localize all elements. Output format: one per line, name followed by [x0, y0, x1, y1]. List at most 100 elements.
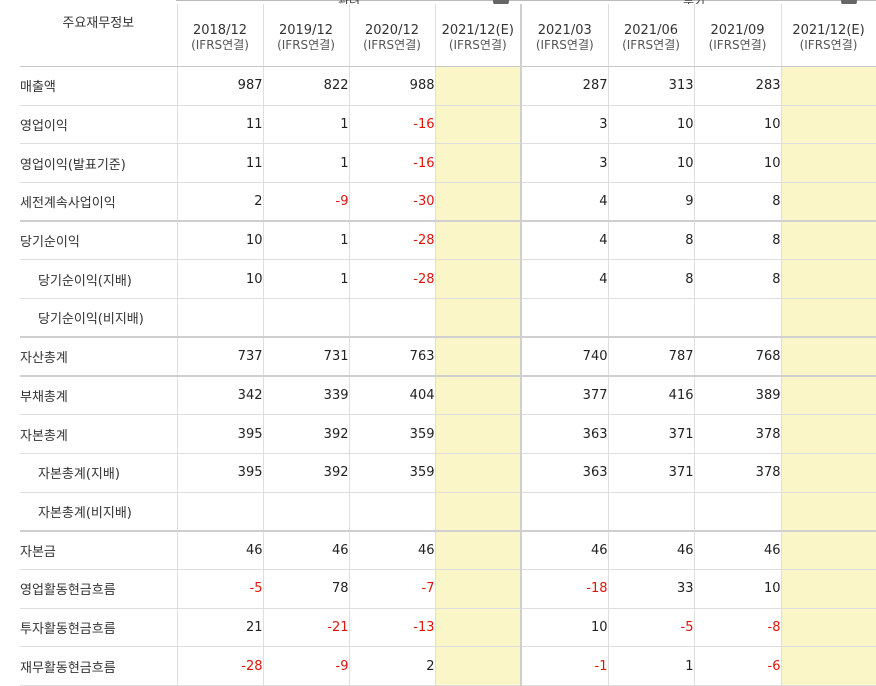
value-cell: 46 [521, 529, 609, 570]
value-cell [435, 259, 522, 300]
row-label: 투자활동현금흐름 [20, 608, 178, 648]
table-row: 자본총계 395 392 359 363 371 378 [20, 414, 876, 454]
value-cell: 377 [521, 375, 609, 416]
value-cell: 11 [177, 143, 264, 184]
value-cell: 768 [694, 336, 782, 377]
value-cell [781, 569, 876, 609]
row-label: 부채총계 [20, 375, 178, 416]
value-cell: -5 [177, 569, 264, 609]
period-basis: (IFRS연결) [277, 38, 335, 52]
value-cell: -7 [349, 569, 436, 609]
value-cell: 46 [349, 529, 436, 570]
value-cell [435, 66, 522, 106]
value-cell: -6 [694, 646, 782, 686]
value-cell: 359 [349, 414, 436, 454]
value-cell: 4 [521, 182, 609, 222]
value-cell [781, 143, 876, 184]
value-cell [435, 336, 522, 377]
table-row: 당기순이익(지배) 10 1 -28 4 8 8 [20, 259, 876, 300]
value-cell: 78 [263, 569, 350, 609]
row-label: 영업이익 [20, 105, 178, 145]
value-cell: 363 [521, 414, 609, 454]
row-label: 재무활동현금흐름 [20, 646, 178, 686]
table-row: 부채총계 342 339 404 377 416 389 [20, 375, 876, 416]
value-cell: 378 [694, 414, 782, 454]
financial-table: 주요재무정보 2018/12 (IFRS연결) 2019/12 (IFRS연결) 202… [20, 4, 876, 686]
value-cell [781, 646, 876, 686]
value-cell: 11 [177, 105, 264, 145]
value-cell [435, 298, 522, 338]
table-row: 영업이익(발표기준) 11 1 -16 3 10 10 [20, 143, 876, 184]
value-cell [177, 298, 264, 338]
value-cell: -28 [177, 646, 264, 686]
value-cell: 21 [177, 608, 264, 648]
period-basis: (IFRS연결) [191, 38, 249, 52]
value-cell: 1 [263, 220, 350, 261]
row-label: 당기순이익(비지배) [20, 298, 178, 338]
value-cell: 8 [608, 220, 695, 261]
value-cell [349, 492, 436, 532]
value-cell: 10 [521, 608, 609, 648]
value-cell: 10 [694, 143, 782, 184]
value-cell: -16 [349, 143, 436, 184]
value-cell [781, 453, 876, 493]
period-header-0: 2018/12 (IFRS연결) [177, 4, 264, 67]
period-basis: (IFRS연결) [448, 38, 507, 52]
table-row: 당기순이익 10 1 -28 4 8 8 [20, 220, 876, 261]
value-cell: 3 [521, 143, 609, 184]
value-cell [781, 220, 876, 261]
value-cell: 404 [349, 375, 436, 416]
value-cell [435, 492, 522, 532]
value-cell: 987 [177, 66, 264, 106]
value-cell [435, 646, 522, 686]
value-cell: 359 [349, 453, 436, 493]
value-cell [781, 608, 876, 648]
value-cell: 287 [521, 66, 609, 106]
value-cell [435, 182, 522, 222]
period-header-5: 2021/06 (IFRS연결) [608, 4, 695, 67]
value-cell: -16 [349, 105, 436, 145]
value-cell: -1 [521, 646, 609, 686]
value-cell: 283 [694, 66, 782, 106]
period-header-6: 2021/09 (IFRS연결) [694, 4, 782, 67]
value-cell [435, 220, 522, 261]
value-cell: -9 [263, 646, 350, 686]
value-cell: 10 [608, 105, 695, 145]
period-basis: (IFRS연결) [799, 38, 858, 52]
row-label: 자본총계(비지배) [20, 492, 178, 532]
value-cell [694, 492, 782, 532]
period-header-2: 2020/12 (IFRS연결) [349, 4, 436, 67]
period-label: 2021/12(E) [441, 23, 514, 38]
period-basis: (IFRS연결) [708, 38, 767, 52]
value-cell: 737 [177, 336, 264, 377]
table-row: 당기순이익(비지배) [20, 298, 876, 338]
period-label: 2021/09 [710, 23, 765, 38]
value-cell [521, 298, 609, 338]
value-cell [263, 298, 350, 338]
value-cell: 1 [263, 143, 350, 184]
value-cell: -18 [521, 569, 609, 609]
table-row: 자산총계 737 731 763 740 787 768 [20, 336, 876, 377]
period-basis: (IFRS연결) [622, 38, 680, 52]
period-label: 2020/12 [364, 23, 419, 38]
value-cell [781, 105, 876, 145]
value-cell: 1 [263, 105, 350, 145]
value-cell: 8 [694, 182, 782, 222]
period-label: 2019/12 [278, 23, 333, 38]
value-cell: 371 [608, 453, 695, 493]
label-column-header: 주요재무정보 [20, 4, 178, 67]
value-cell: -21 [263, 608, 350, 648]
value-cell [435, 608, 522, 648]
value-cell: 8 [694, 259, 782, 300]
value-cell: 378 [694, 453, 782, 493]
value-cell [349, 298, 436, 338]
period-header-7: 2021/12(E) (IFRS연결) [781, 4, 876, 67]
value-cell [781, 298, 876, 338]
period-header-1: 2019/12 (IFRS연결) [263, 4, 350, 67]
value-cell: 1 [608, 646, 695, 686]
row-label: 매출액 [20, 66, 178, 106]
table-body: 매출액 987 822 988 287 313 283 영업이익 11 1 -16 3 10 10 영업이익… [20, 66, 876, 686]
value-cell: 10 [694, 105, 782, 145]
value-cell: 731 [263, 336, 350, 377]
period-label: 2021/06 [623, 23, 678, 38]
